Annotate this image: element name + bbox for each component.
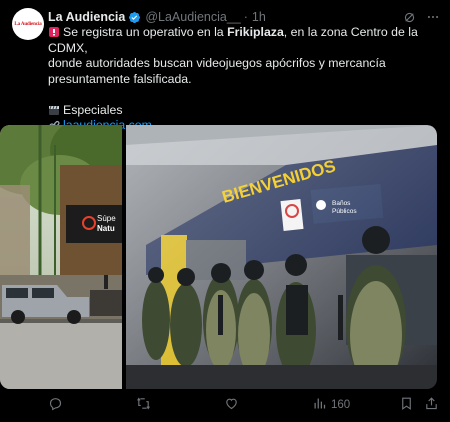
views-icon xyxy=(312,396,327,414)
bookmark-icon xyxy=(399,396,414,414)
media-grid: Súpe Natu xyxy=(0,125,437,389)
frikiplaza-text: Frikiplaza xyxy=(227,25,284,39)
avatar-logo-text: La Audiencia xyxy=(14,21,42,27)
photo-street[interactable]: Súpe Natu xyxy=(0,125,122,389)
tweet-header: La Audiencia @LaAudiencia__ · 1h xyxy=(48,8,440,26)
reply-button[interactable] xyxy=(48,396,63,414)
tweet[interactable]: La Audiencia La Audiencia @LaAudiencia__… xyxy=(0,0,450,422)
reply-icon xyxy=(48,396,63,414)
action-bar: 160 xyxy=(48,396,440,414)
siren-emoji-icon xyxy=(48,26,60,38)
grok-icon[interactable] xyxy=(402,10,416,24)
post-line-2: donde autoridades buscan videojuegos apó… xyxy=(48,56,386,70)
post-spacer xyxy=(48,87,440,103)
share-button[interactable] xyxy=(424,396,439,414)
views-count: 160 xyxy=(331,399,351,411)
post-line-1-pre: Se registra un operativo en la xyxy=(63,25,228,39)
author-name[interactable]: La Audiencia xyxy=(48,10,125,24)
separator-dot: · xyxy=(243,10,248,24)
post-line-1: Se registra un operativo en la Frikiplaz… xyxy=(48,25,440,56)
author-handle[interactable]: @LaAudiencia__ xyxy=(145,10,240,24)
header-actions xyxy=(402,8,440,26)
repost-icon xyxy=(136,396,151,414)
more-icon[interactable] xyxy=(426,10,440,24)
post-section: Especiales xyxy=(48,103,440,119)
repost-button[interactable] xyxy=(136,396,151,414)
views-button[interactable]: 160 xyxy=(312,396,350,414)
store-sign-text: Súpe xyxy=(97,214,116,223)
clapper-emoji-icon xyxy=(48,104,60,116)
section-label: Especiales xyxy=(63,102,123,117)
bookmark-button[interactable] xyxy=(399,396,414,414)
post-text: Se registra un operativo en la Frikiplaz… xyxy=(48,25,440,134)
post-line-3: presuntamente falsificada. xyxy=(48,71,192,86)
verified-badge-icon xyxy=(128,11,141,24)
photo-soldiers[interactable]: BIENVENIDOS Baños Públicos xyxy=(126,125,437,389)
like-button[interactable] xyxy=(224,396,239,414)
like-icon xyxy=(224,396,239,414)
share-icon xyxy=(424,396,439,414)
post-time[interactable]: 1h xyxy=(252,10,266,24)
svg-text:Natu: Natu xyxy=(97,224,115,233)
avatar[interactable]: La Audiencia xyxy=(12,8,44,40)
